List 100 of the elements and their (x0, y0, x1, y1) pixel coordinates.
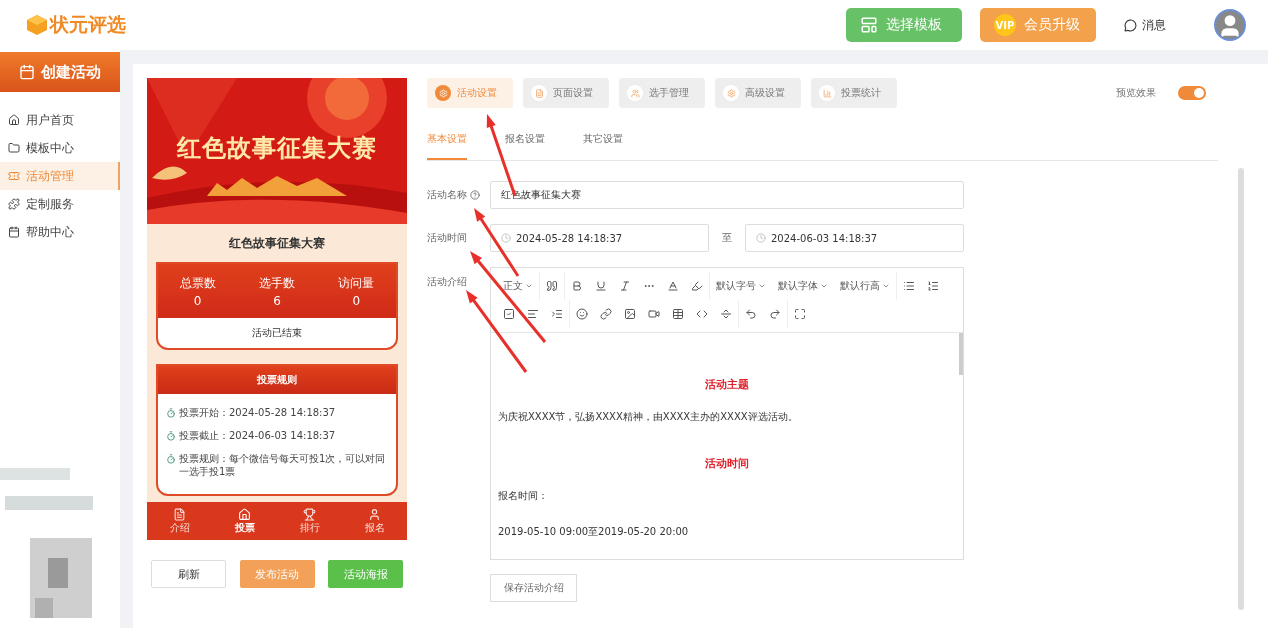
divider-icon (720, 308, 732, 320)
nav-tab[interactable]: 报名 (342, 502, 407, 540)
users-icon (627, 85, 643, 101)
status-text: 活动已结束 (251, 326, 303, 340)
paragraph-style-dropdown[interactable]: 正文 (497, 272, 540, 300)
messages-link[interactable]: 消息 (1124, 16, 1166, 34)
checkbox-icon (503, 308, 515, 320)
banner-title: 红色故事征集大赛 (175, 133, 378, 164)
document-icon (173, 507, 186, 521)
section-heading: 活动时间 (703, 456, 750, 471)
vip-badge: VIP (994, 14, 1016, 36)
sub-tab[interactable]: 报名设置 (505, 122, 545, 160)
nav-tab[interactable]: 投票 (212, 502, 277, 540)
emoji-icon (576, 308, 588, 320)
timer-icon (166, 454, 176, 464)
toggle-label: 预览效果 (1116, 86, 1156, 100)
document-icon (531, 85, 547, 101)
logo-text: 状元评选 (50, 12, 126, 37)
italic-icon (619, 280, 631, 292)
highlight-icon (691, 280, 703, 292)
end-date-field[interactable]: 2024-06-03 14:18:37 (745, 224, 964, 252)
bullet-list-icon (903, 280, 915, 292)
puzzle-icon (8, 198, 20, 210)
caret-icon (882, 282, 890, 290)
link-icon (600, 308, 612, 320)
stat-value: 6 (273, 293, 281, 308)
align-icon (527, 308, 539, 320)
chat-icon (1124, 18, 1137, 32)
stat-label: 总票数 (179, 274, 216, 292)
timer-icon (166, 408, 176, 418)
save-intro-button[interactable]: 保存活动介绍 (490, 574, 577, 602)
nav-tab[interactable]: 介绍 (147, 502, 212, 540)
separator-text: 至 (721, 231, 733, 245)
code-icon (696, 308, 708, 320)
section-heading: 活动主题 (703, 377, 750, 392)
folder-icon (8, 142, 20, 154)
image-icon (624, 308, 636, 320)
trophy-icon (303, 507, 316, 521)
timer-icon (166, 431, 176, 441)
field-label: 活动介绍 (427, 275, 468, 289)
bold-icon (571, 280, 583, 292)
undo-icon (745, 308, 757, 320)
nav-tab[interactable]: 排行 (277, 502, 342, 540)
gear-icon (723, 85, 739, 101)
redo-icon (769, 308, 781, 320)
home-icon (238, 507, 251, 521)
underline-icon (595, 280, 607, 292)
gear-icon (435, 85, 451, 101)
font-color-icon (667, 280, 679, 292)
caret-icon (758, 282, 766, 290)
settings-tab[interactable]: 高级设置 (715, 78, 801, 108)
avatar-icon[interactable] (1214, 9, 1246, 41)
paragraph: 为庆祝XXXX节，弘扬XXXX精神，由XXXX主办的XXXX评选活动。 (498, 410, 799, 424)
clock-icon (756, 233, 766, 243)
calendar-icon (8, 226, 20, 238)
sidebar-item[interactable]: 用户首页 (0, 106, 120, 134)
ticket-icon (8, 170, 20, 182)
home-icon (8, 114, 20, 126)
caret-icon (820, 282, 828, 290)
toolbar-dropdown[interactable]: 默认字体 (772, 272, 834, 300)
paragraph: 报名时间： (498, 489, 549, 503)
table-icon (672, 308, 684, 320)
activity-title: 红色故事征集大赛 (228, 235, 326, 252)
toolbar-dropdown[interactable]: 默认行高 (834, 272, 897, 300)
rules-title: 投票规则 (257, 373, 297, 387)
template-icon (860, 16, 878, 34)
settings-tab[interactable]: 投票统计 (811, 78, 897, 108)
clock-icon (501, 233, 511, 243)
fullscreen-icon (794, 308, 806, 320)
stat-label: 选手数 (259, 274, 295, 292)
settings-tab[interactable]: 页面设置 (523, 78, 609, 108)
user-icon (368, 507, 381, 521)
rule-text: 投票规则：每个微信号每天可投1次，可以对同一选手投1票 (179, 452, 387, 478)
field-label: 活动名称 (427, 188, 467, 202)
stat-value: 0 (193, 293, 202, 308)
stat-value: 0 (352, 293, 361, 308)
create-activity-button[interactable]: 创建活动 (0, 52, 120, 92)
stat-label: 访问量 (338, 274, 375, 292)
action-button[interactable]: 刷新 (151, 560, 226, 588)
caret-icon (525, 282, 533, 290)
sidebar-item[interactable]: 定制服务 (0, 190, 120, 218)
logo-icon (26, 14, 48, 36)
chart-icon (819, 85, 835, 101)
video-icon (648, 308, 660, 320)
sidebar-item[interactable]: 帮助中心 (0, 218, 120, 246)
quote-icon (546, 280, 558, 292)
field-label: 活动时间 (427, 231, 468, 245)
rule-text: 投票开始：2024-05-28 14:18:37 (179, 406, 336, 419)
rich-text-editor[interactable]: 正文 默认字号 默认字体 默认行高 活动主题 为庆祝XXXX节，弘扬XXXX精神，由XXXX主办的XXXX评选活动。 活动时间 报名时间： 2019-05-10 09:00至2019-05-20 20:00 (490, 267, 964, 560)
sidebar-item[interactable]: 模板中心 (0, 134, 120, 162)
toolbar-dropdown[interactable]: 默认字号 (710, 272, 772, 300)
rule-text: 投票截止：2024-06-03 14:18:37 (179, 429, 336, 442)
paragraph: 2019-05-10 09:00至2019-05-20 20:00 (498, 525, 690, 539)
preview-toggle[interactable] (1178, 86, 1206, 100)
sub-tab[interactable]: 其它设置 (583, 122, 623, 160)
calendar-icon (19, 64, 35, 80)
indent-icon (551, 308, 563, 320)
help-icon (470, 190, 480, 200)
start-date-field[interactable]: 2024-05-28 14:18:37 (490, 224, 709, 252)
settings-tab[interactable]: 选手管理 (619, 78, 705, 108)
